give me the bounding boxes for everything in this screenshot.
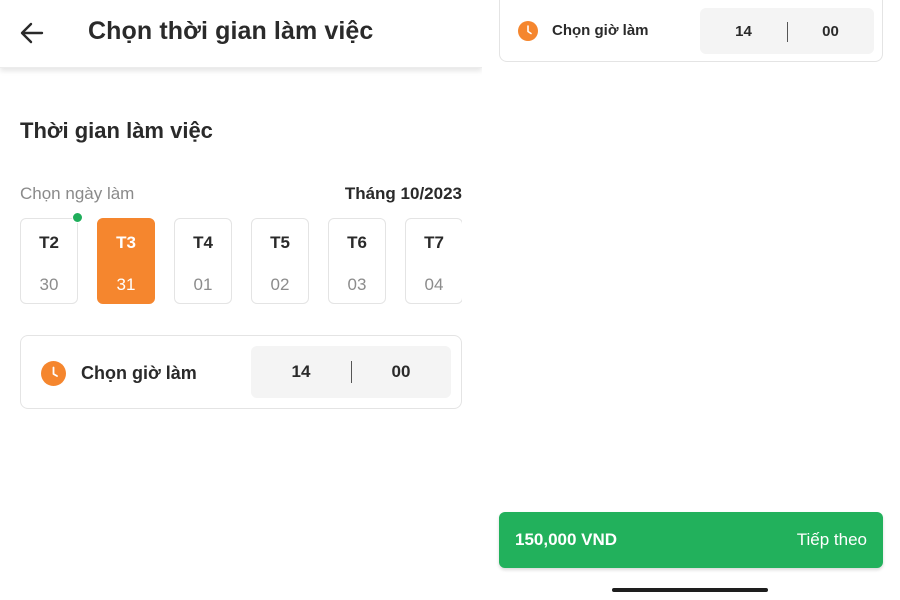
hour-value[interactable]: 14 [251,346,351,398]
left-panel: Chọn thời gian làm việc Thời gian làm vi… [0,0,482,600]
day-card-t3[interactable]: T3 31 [97,218,155,304]
day-of-week: T4 [193,233,213,252]
back-button[interactable] [14,16,50,50]
home-indicator[interactable] [612,588,768,592]
day-of-month: 30 [39,275,59,294]
day-of-week: T6 [347,233,367,252]
work-time-selector-compact: Chọn giờ làm 14 00 [499,0,883,62]
day-card-t5[interactable]: T5 02 [251,218,309,304]
time-picker[interactable]: 14 00 [251,346,451,398]
day-of-week: T2 [39,233,59,252]
arrow-left-icon [20,22,44,44]
app-header: Chọn thời gian làm việc [0,0,482,68]
next-button-label: Tiếp theo [796,530,867,549]
total-price: 150,000 VND [515,530,618,549]
work-time-label: Chọn giờ làm [552,22,649,39]
work-time-label: Chọn giờ làm [81,363,197,383]
right-panel: Chọn giờ làm 14 00 150,000 VND Tiếp theo [482,0,900,600]
next-button[interactable]: 150,000 VND Tiếp theo [499,512,883,568]
day-of-week: T3 [116,233,136,252]
pick-day-label: Chọn ngày làm [20,184,135,203]
page-title: Chọn thời gian làm việc [88,17,374,45]
day-selector: T2 30 T3 31 T4 01 T5 02 T6 03 T7 04 [20,218,462,304]
minute-value[interactable]: 00 [351,346,451,398]
minute-value[interactable]: 00 [787,8,874,54]
day-of-month: 03 [347,275,367,294]
day-of-month: 04 [424,275,444,294]
month-label: Tháng 10/2023 [344,184,462,203]
hour-value[interactable]: 14 [700,8,787,54]
day-of-month: 31 [116,275,136,294]
day-card-t6[interactable]: T6 03 [328,218,386,304]
time-picker[interactable]: 14 00 [700,8,874,54]
day-of-week: T7 [424,233,444,252]
day-of-month: 01 [193,275,213,294]
today-indicator-dot [72,212,83,223]
section-title: Thời gian làm việc [20,118,213,143]
clock-icon [518,21,538,41]
day-of-week: T5 [270,233,290,252]
day-card-t4[interactable]: T4 01 [174,218,232,304]
day-of-month: 02 [270,275,290,294]
day-card-t7[interactable]: T7 04 [405,218,462,304]
clock-icon [41,361,66,386]
work-time-selector: Chọn giờ làm 14 00 [20,335,462,409]
day-card-t2[interactable]: T2 30 [20,218,78,304]
